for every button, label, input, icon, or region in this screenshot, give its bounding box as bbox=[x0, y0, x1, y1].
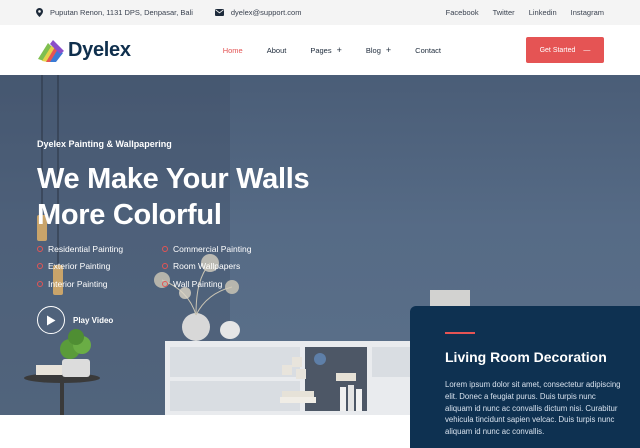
hero-headline-line-1: We Make Your Walls bbox=[37, 163, 310, 195]
nav-item-pages[interactable]: Pages + bbox=[310, 45, 342, 55]
accent-divider bbox=[445, 332, 475, 334]
address-text: Puputan Renon, 1131 DPS, Denpasar, Bali bbox=[50, 8, 193, 17]
service-item: Commercial Painting bbox=[162, 243, 282, 254]
nav-item-label: Blog bbox=[365, 45, 381, 55]
service-item: Interior Painting bbox=[37, 278, 162, 289]
social-link-linkedin[interactable]: Linkedin bbox=[529, 8, 557, 17]
bullet-circle-icon bbox=[37, 280, 43, 287]
bullet-circle-icon bbox=[162, 280, 168, 287]
card-text: Lorem ipsum dolor sit amet, consectetur … bbox=[445, 380, 621, 437]
hero-headline: We Make Your Walls More Colorful bbox=[37, 161, 310, 233]
nav-item-home[interactable]: Home bbox=[223, 46, 243, 55]
brand-name: Dyelex bbox=[68, 38, 131, 61]
service-label: Exterior Painting bbox=[48, 261, 111, 271]
nav-item-about[interactable]: About bbox=[267, 46, 287, 55]
main-nav: Home About Pages + Blog + Contact bbox=[223, 45, 465, 55]
nav-item-label: Contact bbox=[415, 45, 442, 55]
play-video-label: Play Video bbox=[73, 315, 114, 325]
email-text[interactable]: dyelex@support.com bbox=[231, 8, 302, 17]
living-room-card: Living Room Decoration Lorem ipsum dolor… bbox=[410, 306, 640, 448]
plus-icon: + bbox=[336, 45, 342, 55]
service-item: Wall Painting bbox=[162, 278, 282, 289]
bullet-circle-icon bbox=[37, 263, 43, 269]
social-link-facebook[interactable]: Facebook bbox=[446, 8, 479, 17]
nav-item-blog[interactable]: Blog + bbox=[366, 45, 391, 55]
nav-item-contact[interactable]: Contact bbox=[415, 46, 441, 55]
page: Puputan Renon, 1131 DPS, Denpasar, Bali … bbox=[0, 0, 640, 448]
service-label: Room Wallpapers bbox=[173, 261, 241, 271]
nav-item-label: Pages bbox=[310, 45, 332, 55]
logo-mark-icon bbox=[38, 40, 64, 62]
bullet-circle-icon bbox=[162, 263, 168, 269]
get-started-label: Get Started bbox=[539, 46, 576, 54]
mail-icon bbox=[214, 9, 224, 16]
play-icon bbox=[47, 315, 56, 325]
card-title: Living Room Decoration bbox=[445, 349, 607, 365]
hero-headline-line-2: More Colorful bbox=[37, 199, 222, 231]
location-pin-icon bbox=[36, 8, 43, 17]
social-link-instagram[interactable]: Instagram bbox=[571, 8, 604, 17]
social-links: Facebook Twitter Linkedin Instagram bbox=[446, 8, 604, 17]
plus-icon: + bbox=[385, 45, 392, 55]
social-link-twitter[interactable]: Twitter bbox=[493, 8, 515, 17]
main-header: Dyelex Home About Pages + Blog + Contact G… bbox=[0, 25, 640, 75]
service-item: Exterior Painting bbox=[37, 261, 162, 272]
service-label: Wall Painting bbox=[173, 278, 223, 289]
service-label: Interior Painting bbox=[48, 278, 108, 289]
address-contact: Puputan Renon, 1131 DPS, Denpasar, Bali bbox=[36, 8, 193, 17]
service-label: Residential Painting bbox=[48, 243, 124, 254]
bullet-circle-icon bbox=[162, 245, 168, 252]
get-started-button[interactable]: Get Started — bbox=[526, 37, 604, 63]
service-item: Room Wallpapers bbox=[162, 261, 282, 272]
hero-subtitle: Dyelex Painting & Wallpapering bbox=[37, 139, 172, 149]
service-item: Residential Painting bbox=[37, 243, 162, 254]
brand-logo[interactable]: Dyelex bbox=[36, 37, 131, 63]
nav-item-label: About bbox=[266, 45, 287, 55]
service-label: Commercial Painting bbox=[173, 243, 252, 254]
email-contact[interactable]: dyelex@support.com bbox=[214, 8, 302, 17]
nav-item-label: Home bbox=[222, 45, 243, 55]
arrow-dash-icon: — bbox=[583, 46, 591, 54]
services-list: Residential Painting Commercial Painting… bbox=[37, 243, 282, 289]
play-video-button[interactable]: Play Video bbox=[37, 306, 113, 334]
bullet-circle-icon bbox=[37, 245, 43, 252]
top-bar: Puputan Renon, 1131 DPS, Denpasar, Bali … bbox=[0, 0, 640, 25]
play-circle bbox=[37, 306, 65, 334]
